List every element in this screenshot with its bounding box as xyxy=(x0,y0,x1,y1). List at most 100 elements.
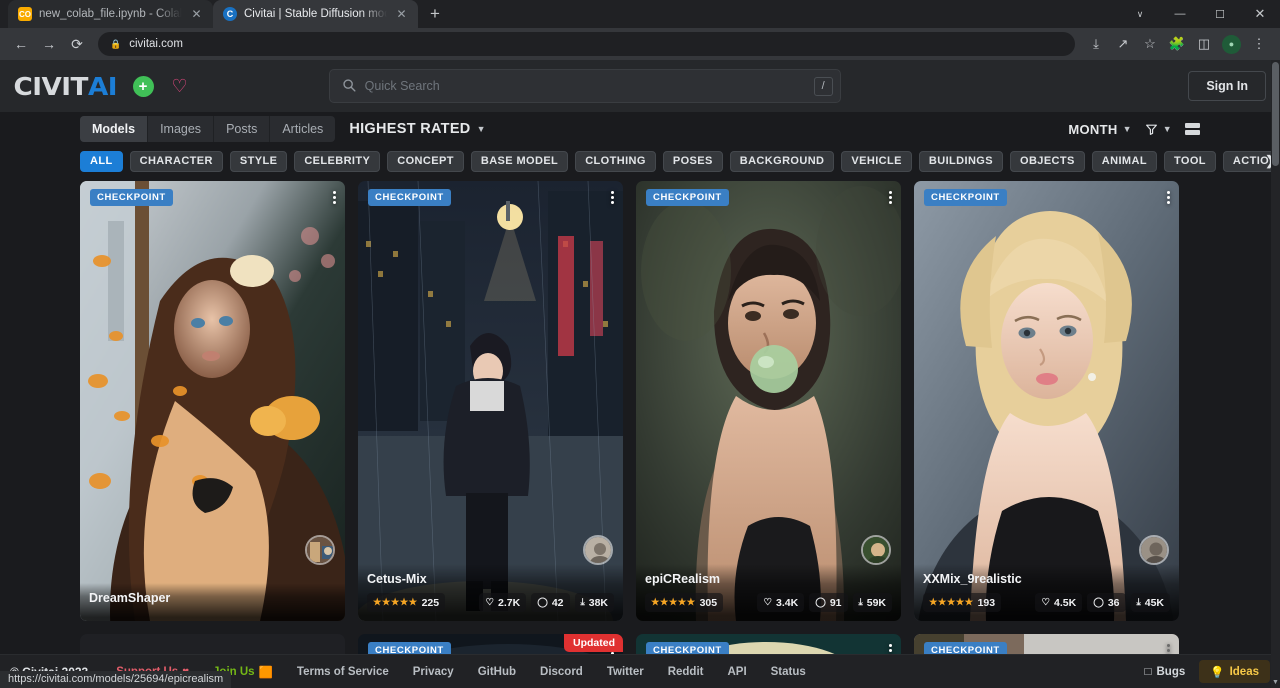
new-tab-button[interactable]: + xyxy=(421,0,449,28)
civitai-icon: C xyxy=(223,7,237,21)
tab-images[interactable]: Images xyxy=(148,116,214,142)
footer-link-status[interactable]: Status xyxy=(759,666,818,678)
tab-title: new_colab_file.ipynb - Colaborat xyxy=(39,8,182,20)
share-icon[interactable]: ↗ xyxy=(1110,31,1136,57)
maximize-button[interactable]: ☐ xyxy=(1200,0,1240,28)
card-footer: Cetus-Mix ★★★★★ 225 ♡2.7K ◯42 ⤓38K xyxy=(358,564,623,621)
filter-dropdown[interactable]: ▼ xyxy=(1145,123,1172,136)
forward-button[interactable]: → xyxy=(36,31,62,57)
comments-count: 42 xyxy=(552,597,564,609)
footer-link-terms[interactable]: Terms of Service xyxy=(285,666,401,678)
chip-animal[interactable]: ANIMAL xyxy=(1092,151,1157,172)
browser-tab-civitai[interactable]: C Civitai | Stable Diffusion models, ✕ xyxy=(213,0,418,28)
profile-avatar[interactable]: ● xyxy=(1222,35,1241,54)
card-footer: XXMix_9realistic ★★★★★ 193 ♡4.5K ◯36 ⤓45… xyxy=(914,564,1179,621)
comment-icon: ◯ xyxy=(815,597,826,608)
footer-link-api[interactable]: API xyxy=(715,666,758,678)
card-type-badge: CHECKPOINT xyxy=(368,189,451,206)
content-type-tabs: Models Images Posts Articles xyxy=(80,116,335,142)
footer-link-github[interactable]: GitHub xyxy=(466,666,528,678)
chip-clothing[interactable]: CLOTHING xyxy=(575,151,656,172)
avatar[interactable] xyxy=(1139,535,1169,565)
close-icon[interactable]: ✕ xyxy=(394,7,409,22)
download-icon: ⤓ xyxy=(1137,597,1141,608)
model-card[interactable]: CHECKPOINT Cetus-Mix ★★★★★ 225 ♡2.7K ◯42… xyxy=(358,181,623,621)
chip-character[interactable]: CHARACTER xyxy=(130,151,223,172)
avatar[interactable] xyxy=(861,535,891,565)
chip-poses[interactable]: POSES xyxy=(663,151,723,172)
create-button[interactable]: + xyxy=(133,76,154,97)
bugs-button[interactable]: □ Bugs xyxy=(1137,666,1194,678)
model-card[interactable]: CHECKPOINT XXMix_9realistic ★★★★★ 193 ♡4… xyxy=(914,181,1179,621)
tab-models[interactable]: Models xyxy=(80,116,148,142)
address-bar[interactable]: 🔒 civitai.com xyxy=(98,32,1075,56)
bookmark-star-icon[interactable]: ☆ xyxy=(1137,31,1163,57)
period-dropdown[interactable]: MONTH ▼ xyxy=(1068,122,1131,137)
sidepanel-icon[interactable]: ◫ xyxy=(1191,31,1217,57)
downloads-pill: ⤓59K xyxy=(853,593,892,612)
minimize-button[interactable]: — xyxy=(1160,0,1200,28)
comments-pill: ◯ 42 xyxy=(531,593,569,612)
install-icon[interactable]: ⤓ xyxy=(1083,31,1109,57)
heart-icon: ♡ xyxy=(763,597,772,608)
chip-base-model[interactable]: BASE MODEL xyxy=(471,151,568,172)
chip-tool[interactable]: TOOL xyxy=(1164,151,1216,172)
comments-count: 91 xyxy=(830,597,842,609)
url-text: civitai.com xyxy=(129,38,183,50)
chip-celebrity[interactable]: CELEBRITY xyxy=(294,151,380,172)
card-menu-icon[interactable] xyxy=(889,191,892,204)
sign-in-button[interactable]: Sign In xyxy=(1188,71,1266,101)
tab-articles[interactable]: Articles xyxy=(270,116,335,142)
chip-style[interactable]: STYLE xyxy=(230,151,287,172)
toolbar-icons: ⤓ ↗ ☆ 🧩 ◫ ● ⋮ xyxy=(1083,31,1272,57)
chevron-down-icon[interactable]: ∨ xyxy=(1120,0,1160,28)
avatar[interactable] xyxy=(305,535,335,565)
extensions-puzzle-icon[interactable]: 🧩 xyxy=(1164,31,1190,57)
search-input[interactable]: Quick Search xyxy=(365,79,805,93)
model-card[interactable]: CHECKPOINT DreamShaper xyxy=(80,181,345,621)
chip-buildings[interactable]: BUILDINGS xyxy=(919,151,1003,172)
bug-icon: □ xyxy=(1145,666,1152,678)
footer-link-twitter[interactable]: Twitter xyxy=(595,666,656,678)
card-menu-icon[interactable] xyxy=(333,191,336,204)
right-controls: MONTH ▼ ▼ xyxy=(1068,122,1200,137)
footer-link-reddit[interactable]: Reddit xyxy=(656,666,716,678)
browser-tab-colab[interactable]: CO new_colab_file.ipynb - Colaborat ✕ xyxy=(8,0,213,28)
downloads-pill: ⤓45K xyxy=(1131,593,1170,612)
card-footer: DreamShaper xyxy=(80,583,345,621)
close-icon[interactable]: ✕ xyxy=(189,7,204,22)
chip-objects[interactable]: OBJECTS xyxy=(1010,151,1085,172)
tab-posts[interactable]: Posts xyxy=(214,116,270,142)
search-shortcut-key: / xyxy=(814,77,833,96)
chrome-menu-icon[interactable]: ⋮ xyxy=(1246,31,1272,57)
avatar[interactable] xyxy=(583,535,613,565)
quick-search-bar[interactable]: Quick Search / xyxy=(329,69,841,103)
ideas-label: Ideas xyxy=(1230,666,1259,678)
scrollbar-thumb[interactable] xyxy=(1272,62,1279,166)
footer-link-discord[interactable]: Discord xyxy=(528,666,595,678)
ideas-button[interactable]: 💡 Ideas xyxy=(1199,660,1270,683)
back-button[interactable]: ← xyxy=(8,31,34,57)
card-stats: ★★★★★ 305 ♡3.4K ◯91 ⤓59K xyxy=(645,593,892,612)
civitai-logo[interactable]: CIVITAI xyxy=(14,72,117,101)
chip-vehicle[interactable]: VEHICLE xyxy=(841,151,911,172)
model-card[interactable]: CHECKPOINT epiCRealism ★★★★★ 305 ♡3.4K ◯… xyxy=(636,181,901,621)
rating-pill: ★★★★★ 225 xyxy=(367,593,445,612)
comment-icon: ◯ xyxy=(537,597,548,608)
logo-text-ai: AI xyxy=(88,72,117,101)
heart-icon[interactable]: ♡ xyxy=(172,76,188,97)
chip-concept[interactable]: CONCEPT xyxy=(387,151,464,172)
layout-toggle-icon[interactable] xyxy=(1185,123,1200,135)
chip-all[interactable]: ALL xyxy=(80,151,123,172)
sort-dropdown[interactable]: HIGHEST RATED ▼ xyxy=(349,121,485,137)
reload-button[interactable]: ⟳ xyxy=(64,31,90,57)
page-scrollbar[interactable]: ▼ xyxy=(1271,60,1280,688)
footer-link-privacy[interactable]: Privacy xyxy=(401,666,466,678)
stars-icon: ★★★★★ xyxy=(651,597,696,608)
scroll-down-icon[interactable]: ▼ xyxy=(1271,676,1280,688)
window-close-button[interactable]: ✕ xyxy=(1240,0,1280,28)
chip-background[interactable]: BACKGROUND xyxy=(730,151,835,172)
card-menu-icon[interactable] xyxy=(1167,191,1170,204)
card-title: DreamShaper xyxy=(89,591,336,605)
card-menu-icon[interactable] xyxy=(611,191,614,204)
